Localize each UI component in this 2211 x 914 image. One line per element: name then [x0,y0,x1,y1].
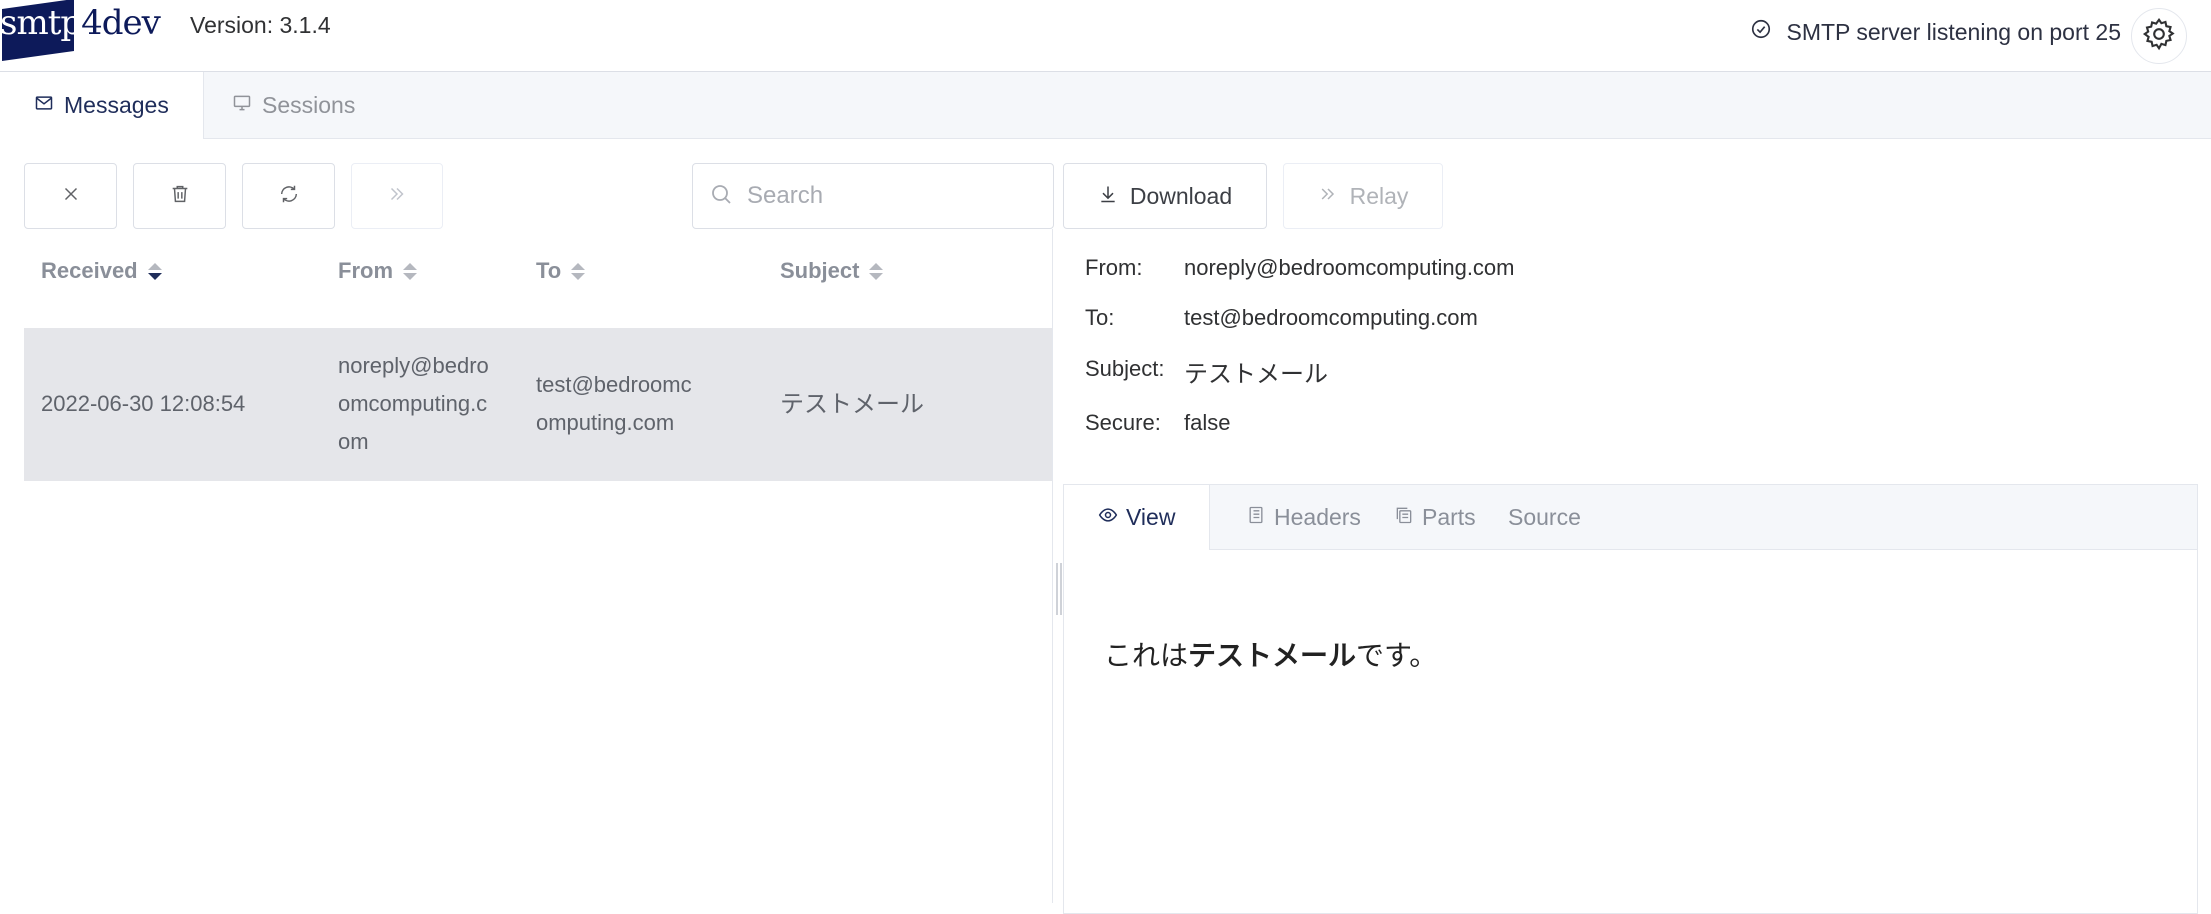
cell-to: test@bedroomc omputing.com [536,366,692,442]
sort-icon [571,262,586,280]
envelope-icon [34,92,54,119]
secure-value: false [1184,410,1231,435]
search-input[interactable] [745,181,1029,211]
cell-from: noreply@bedro omcomputing.c om [338,347,489,461]
cell-received: 2022-06-30 12:08:54 [41,391,246,416]
download-label: Download [1129,182,1233,209]
double-chevron-right-icon [386,183,408,210]
column-header-from[interactable]: From [338,258,417,284]
monitor-icon [232,92,252,119]
download-button[interactable]: Download [1063,163,1267,229]
subject-value: テストメール [1184,360,1328,388]
column-header-label: Received [41,258,138,283]
document-icon [1246,504,1266,531]
search-icon [709,182,733,211]
delete-button[interactable] [133,163,226,229]
tab-view[interactable]: View [1064,485,1211,550]
body-bold: テストメール [1188,639,1357,672]
cell-to-line: test@bedroomc [536,372,692,397]
relay-label: Relay [1349,182,1409,209]
app-logo: smtp4dev [0,0,161,62]
relay-button[interactable]: Relay [1283,163,1443,229]
to-label: To: [1085,305,1115,330]
check-circle-icon [1750,18,1772,46]
clear-button[interactable] [24,163,117,229]
double-chevron-right-icon [1318,183,1338,210]
trash-icon [169,183,191,210]
cell-from-line: noreply@bedro [338,353,489,378]
cell-to-line: omputing.com [536,410,675,435]
tab-headers-label: Headers [1274,503,1361,530]
copy-icon [1394,504,1414,531]
tab-messages[interactable]: Messages [0,72,204,139]
cell-from-line: omcomputing.c [338,391,488,416]
column-header-label: Subject [780,258,860,283]
resize-handle[interactable] [1056,563,1062,615]
logo-text-dark: smtp [0,3,82,43]
settings-button[interactable] [2131,8,2187,64]
relay-selected-button[interactable] [351,163,443,229]
search-box[interactable] [692,163,1054,229]
eye-icon [1098,504,1118,531]
sort-icon [147,262,162,280]
column-header-subject[interactable]: Subject [780,258,884,284]
sort-icon [403,262,417,280]
refresh-icon [278,183,300,210]
gear-icon [2141,16,2177,57]
tab-sessions[interactable]: Sessions [198,72,389,138]
from-label: From: [1085,255,1143,280]
tab-source-label: Source [1508,503,1581,530]
column-header-to[interactable]: To [536,258,586,284]
message-body: これはテストメールです。 [1104,634,1437,674]
tab-source[interactable]: Source [1474,485,1615,549]
server-status-text: SMTP server listening on port 25 [1786,18,2121,45]
column-header-received[interactable]: Received [41,258,162,284]
refresh-button[interactable] [242,163,335,229]
tab-view-label: View [1126,504,1176,530]
subject-label: Subject: [1085,356,1165,381]
cell-subject: テストメール [780,390,924,418]
tab-messages-label: Messages [64,92,169,118]
to-value: test@bedroomcomputing.com [1184,305,1478,330]
download-icon [1098,183,1118,210]
cell-from-line: om [338,429,369,454]
logo-text-light: 4dev [81,3,161,43]
server-status: SMTP server listening on port 25 [1750,18,2121,46]
tab-sessions-label: Sessions [262,91,356,118]
secure-label: Secure: [1085,410,1161,435]
table-row[interactable]: 2022-06-30 12:08:54 noreply@bedro omcomp… [24,328,1053,481]
body-suffix: です。 [1356,639,1438,672]
column-header-label: From [338,258,393,283]
body-prefix: これは [1104,639,1189,672]
sort-icon [869,262,884,280]
column-header-label: To [536,258,562,283]
tab-parts-label: Parts [1422,503,1476,530]
panel-divider [1052,229,1053,903]
close-icon [60,183,82,210]
detail-tab-bar: View Headers Parts Source [1064,485,2197,550]
version-label: Version: 3.1.4 [190,12,331,38]
from-value: noreply@bedroomcomputing.com [1184,255,1515,280]
main-tab-bar: Messages Sessions [0,72,2211,139]
